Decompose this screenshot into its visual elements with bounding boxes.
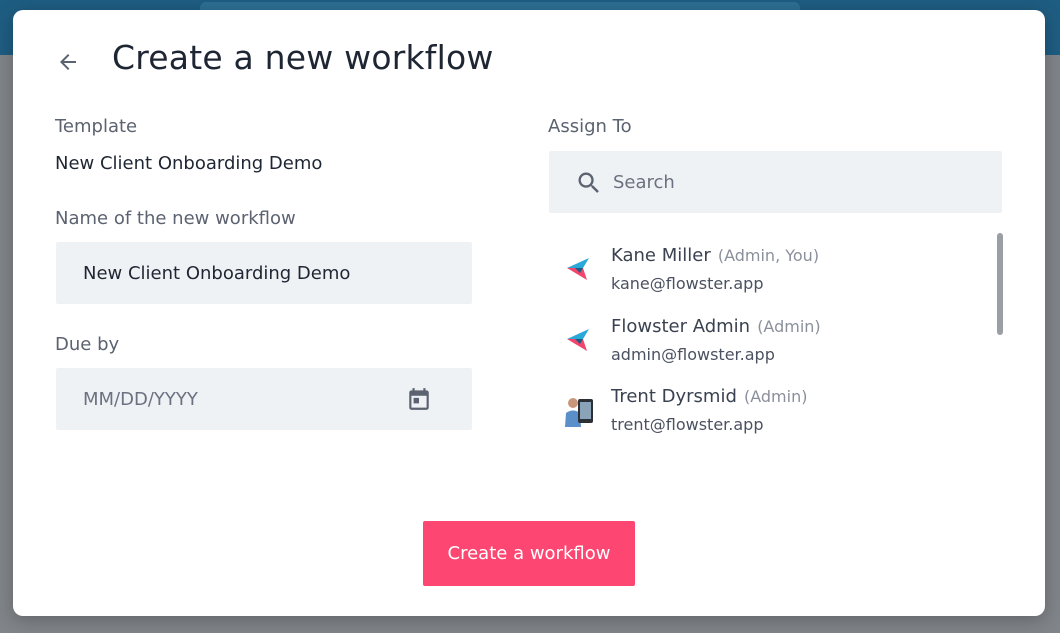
user-search-field[interactable] <box>549 151 1002 213</box>
user-email: trent@flowster.app <box>611 415 764 434</box>
user-name-line: Flowster Admin (Admin) <box>611 316 821 337</box>
create-workflow-button[interactable]: Create a workflow <box>423 521 635 586</box>
user-search-input[interactable] <box>549 151 1002 213</box>
user-name: Kane Miller <box>611 245 711 266</box>
user-role: (Admin) <box>757 317 821 336</box>
user-email: admin@flowster.app <box>611 345 775 364</box>
user-name: Trent Dyrsmid <box>611 386 737 407</box>
user-name: Flowster Admin <box>611 316 751 337</box>
user-role: (Admin) <box>743 387 808 406</box>
back-button[interactable] <box>53 47 83 77</box>
template-label: Template <box>55 116 138 137</box>
user-list: Kane Miller (Admin, You) kane@flowster.a… <box>549 232 1009 472</box>
due-date-field[interactable] <box>56 368 472 430</box>
workflow-name-input[interactable] <box>56 242 472 304</box>
create-workflow-dialog: Create a new workflow Template New Clien… <box>13 10 1045 616</box>
user-list-scrollbar[interactable] <box>997 233 1003 335</box>
assign-to-label: Assign To <box>548 116 632 137</box>
dialog-title: Create a new workflow <box>112 38 494 77</box>
avatar <box>563 393 597 427</box>
workflow-name-label: Name of the new workflow <box>55 208 296 229</box>
due-by-label: Due by <box>55 334 120 355</box>
arrow-left-icon <box>60 54 76 70</box>
user-email: kane@flowster.app <box>611 274 764 293</box>
workflow-name-field[interactable] <box>56 242 472 304</box>
user-item-kane-miller[interactable]: Kane Miller (Admin, You) kane@flowster.a… <box>549 232 989 293</box>
user-name-line: Trent Dyrsmid (Admin) <box>611 386 807 407</box>
user-role: (Admin, You) <box>717 246 820 265</box>
template-value: New Client Onboarding Demo <box>55 153 323 174</box>
flowster-logo-icon <box>567 258 589 280</box>
user-name-line: Kane Miller (Admin, You) <box>611 245 819 266</box>
flowster-logo-icon <box>567 329 589 351</box>
user-item-trent-dyrsmid[interactable]: Trent Dyrsmid (Admin) trent@flowster.app <box>549 373 989 434</box>
user-item-flowster-admin[interactable]: Flowster Admin (Admin) admin@flowster.ap… <box>549 303 989 364</box>
calendar-icon[interactable] <box>406 385 432 413</box>
